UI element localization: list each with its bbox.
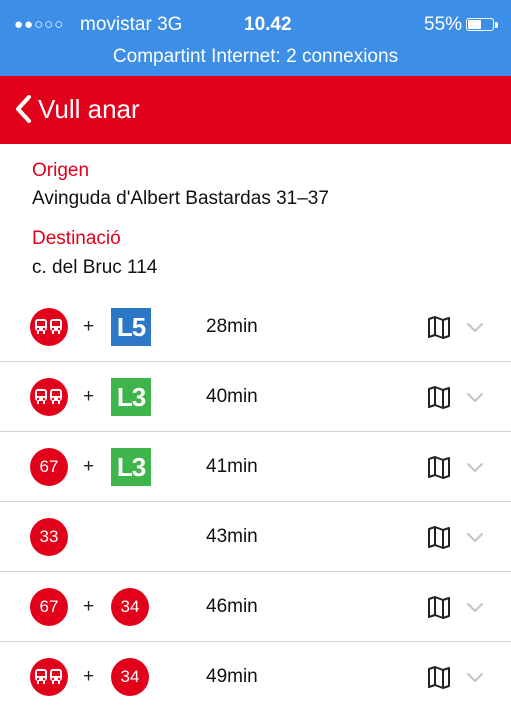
bus-icon	[30, 658, 68, 696]
battery-tip	[495, 22, 498, 28]
nav-bar: Vull anar	[0, 76, 511, 144]
chevron-down-icon[interactable]	[466, 321, 484, 333]
origin-label: Origen	[32, 160, 90, 181]
destination-label: Destinació	[32, 228, 121, 249]
metro-line-badge: L5	[111, 308, 151, 346]
bus-icon	[30, 378, 68, 416]
route-row[interactable]: + L5 28min	[0, 292, 511, 362]
route-duration: 41min	[206, 456, 258, 477]
clock: 10.42	[244, 14, 292, 35]
chevron-down-icon[interactable]	[466, 531, 484, 543]
route-row[interactable]: +34 49min	[0, 642, 511, 711]
chevron-left-icon[interactable]	[14, 94, 32, 124]
route-duration: 49min	[206, 666, 258, 687]
route-row[interactable]: + L3 40min	[0, 362, 511, 432]
battery-fill	[468, 20, 481, 29]
hotspot-banner[interactable]: Compartint Internet: 2 connexions	[0, 46, 511, 68]
chevron-down-icon[interactable]	[466, 671, 484, 683]
plus-sign: +	[83, 666, 95, 687]
bus-line-badge: 67	[30, 448, 68, 486]
plus-sign: +	[83, 596, 95, 617]
plus-sign: +	[83, 456, 95, 477]
chevron-down-icon[interactable]	[466, 601, 484, 613]
map-icon[interactable]	[425, 665, 453, 689]
destination-value[interactable]: c. del Bruc 114	[32, 257, 157, 279]
route-duration: 43min	[206, 526, 258, 547]
status-row: ●●○○○ movistar 3G 10.42 55%	[0, 14, 511, 38]
bus-line-badge: 67	[30, 588, 68, 626]
metro-line-badge: L3	[111, 448, 151, 486]
chevron-down-icon[interactable]	[466, 391, 484, 403]
route-row[interactable]: 67 +34 46min	[0, 572, 511, 642]
chevron-down-icon[interactable]	[466, 461, 484, 473]
route-list: + L5 28min + L3 40min 67 + L3 41min 33 43min 67 +34 46…	[0, 292, 511, 711]
battery-icon	[466, 18, 494, 31]
route-row[interactable]: 33 43min	[0, 502, 511, 572]
map-icon[interactable]	[425, 525, 453, 549]
bus-line-badge: 33	[30, 518, 68, 556]
metro-line-badge: L3	[111, 378, 151, 416]
carrier-name: movistar 3G	[80, 14, 183, 35]
map-icon[interactable]	[425, 385, 453, 409]
status-bar: ●●○○○ movistar 3G 10.42 55% Compartint I…	[0, 0, 511, 76]
origin-value[interactable]: Avinguda d'Albert Bastardas 31–37	[32, 188, 329, 210]
map-icon[interactable]	[425, 455, 453, 479]
map-icon[interactable]	[425, 315, 453, 339]
route-duration: 28min	[206, 316, 258, 337]
route-duration: 46min	[206, 596, 258, 617]
plus-sign: +	[83, 316, 95, 337]
bus-line-badge: 34	[111, 658, 149, 696]
battery-percent: 55%	[424, 14, 463, 35]
back-button[interactable]: Vull anar	[38, 94, 140, 125]
route-duration: 40min	[206, 386, 258, 407]
route-row[interactable]: 67 + L3 41min	[0, 432, 511, 502]
plus-sign: +	[83, 386, 95, 407]
signal-strength-icon: ●●○○○	[14, 16, 65, 33]
bus-icon	[30, 308, 68, 346]
map-icon[interactable]	[425, 595, 453, 619]
bus-line-badge: 34	[111, 588, 149, 626]
